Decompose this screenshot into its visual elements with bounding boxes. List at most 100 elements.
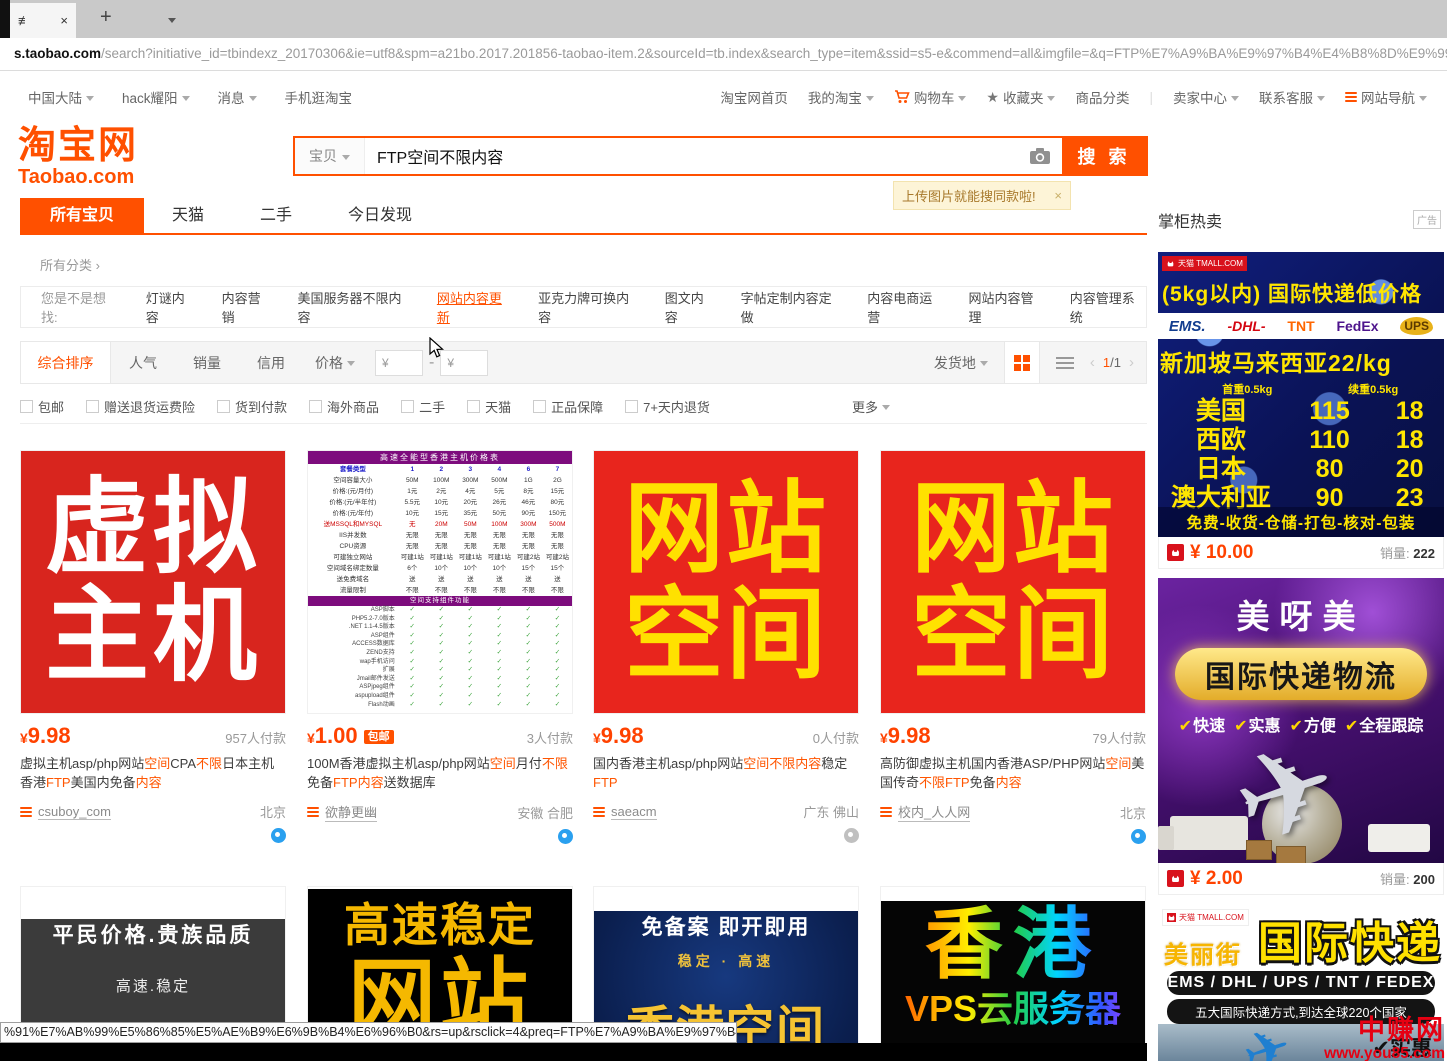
grid-view-icon[interactable]	[1004, 342, 1040, 383]
product-title[interactable]: 国内香港主机asp/php网站空间不限内容稳定FTP	[593, 754, 859, 793]
checkbox[interactable]	[401, 400, 414, 413]
nav-link-right[interactable]: 我的淘宝	[808, 87, 874, 107]
product-image[interactable]: 虚拟主机	[20, 450, 286, 714]
shop-name[interactable]: saeacm	[611, 804, 657, 820]
sort-综合排序[interactable]: 综合排序	[21, 342, 111, 383]
checkbox[interactable]	[309, 400, 322, 413]
filter-7+天内退货[interactable]: 7+天内退货	[625, 397, 710, 416]
product-title[interactable]: 高防御虚拟主机国内香港ASP/PHP网站空间美国传奇不限FTP免备内容	[880, 754, 1146, 793]
product-card[interactable]: 虚拟主机¥9.98957人付款虚拟主机asp/php网站空间CPA不限日本主机香…	[20, 450, 286, 844]
price-max-input[interactable]: ¥	[440, 350, 488, 376]
product-card[interactable]: 网站空间¥9.980人付款国内香港主机asp/php网站空间不限内容稳定FTPs…	[593, 450, 859, 844]
wangwang-icon[interactable]	[558, 829, 573, 844]
price-min-input[interactable]: ¥	[375, 350, 423, 376]
taobao-logo[interactable]: 淘宝网 Taobao.com	[18, 126, 138, 188]
suggest-link[interactable]: 网站内容管理	[969, 288, 1045, 326]
search-button[interactable]: 搜 索	[1062, 138, 1146, 174]
ship-from-dropdown[interactable]: 发货地	[934, 353, 988, 373]
shop-name[interactable]: 校内_人人网	[898, 802, 970, 822]
shop-name[interactable]: csuboy_com	[38, 804, 111, 820]
checkbox[interactable]	[217, 400, 230, 413]
filter-海外商品[interactable]: 海外商品	[309, 397, 379, 416]
check-icon: ✓	[485, 632, 514, 641]
tab-所有宝贝[interactable]: 所有宝贝	[20, 198, 144, 233]
tab-list-caret-icon[interactable]	[168, 10, 180, 22]
nav-link-left[interactable]: 中国大陆	[28, 87, 94, 107]
suggest-link[interactable]: 网站内容更新	[437, 288, 513, 326]
product-title[interactable]: 100M香港虚拟主机asp/php网站空间月付不限免备FTP内容送数据库	[307, 754, 573, 793]
tab-close-icon[interactable]: ×	[60, 13, 68, 28]
tab-今日发现[interactable]: 今日发现	[320, 198, 440, 233]
sidebar-ad-logistics[interactable]: 美呀美 国际快递物流 ✔快速✔实惠✔方便✔全程跟踪 ✈ ¥ 2.00 销量: 2…	[1158, 578, 1444, 895]
filter-正品保障[interactable]: 正品保障	[533, 397, 603, 416]
filter-包邮[interactable]: 包邮	[20, 397, 64, 416]
product-card[interactable]: 高速全能型香港主机价格表套餐类型123467空间容量大小50M100M300M5…	[307, 450, 573, 845]
nav-link-left[interactable]: 手机逛淘宝	[285, 87, 353, 107]
address-bar[interactable]: s.taobao.com/search?initiative_id=tbinde…	[0, 38, 1447, 71]
nav-link-right[interactable]: 购物车	[894, 87, 967, 107]
cell: 不限	[514, 585, 543, 596]
tab-二手[interactable]: 二手	[232, 198, 320, 233]
product-title[interactable]: 虚拟主机asp/php网站空间CPA不限日本主机香港FTP美国内免备内容	[20, 754, 286, 793]
product-card-row2[interactable]: 香港VPS云服务器	[880, 886, 1146, 1061]
sort-信用[interactable]: 信用	[239, 342, 303, 383]
filter-天猫[interactable]: 天猫	[467, 397, 511, 416]
rate-first: 115	[1284, 397, 1376, 426]
prev-page-icon[interactable]: ‹	[1090, 354, 1095, 371]
sort-销量[interactable]: 销量	[175, 342, 239, 383]
sort-bar: 综合排序人气销量信用价格 ¥ - ¥ 发货地 ‹ 1/1 ›	[20, 341, 1147, 384]
nav-link-right[interactable]: 商品分类	[1075, 87, 1129, 107]
checkbox[interactable]	[20, 400, 33, 413]
nav-link-right[interactable]: 卖家中心	[1173, 87, 1239, 107]
new-tab-button[interactable]: +	[100, 6, 112, 29]
product-image[interactable]: 网站空间	[880, 450, 1146, 714]
filter-二手[interactable]: 二手	[401, 397, 445, 416]
search-input[interactable]	[365, 138, 1018, 174]
sidebar-ad-shipping-rates[interactable]: 天猫 TMALL.COM (5kg以内) 国际快递低价格 EMS.-DHL-TN…	[1158, 252, 1444, 569]
nav-link-left[interactable]: 消息	[218, 87, 257, 107]
wangwang-icon[interactable]	[1131, 829, 1146, 844]
filter-赠送退货运费险[interactable]: 赠送退货运费险	[86, 397, 195, 416]
nav-link-right[interactable]: 联系客服	[1259, 87, 1325, 107]
nav-link-right[interactable]: 淘宝网首页	[720, 87, 788, 107]
suggest-link[interactable]: 内容营销	[222, 288, 273, 326]
shop-name[interactable]: 欲静更幽	[325, 802, 377, 822]
product-card[interactable]: 网站空间¥9.9879人付款高防御虚拟主机国内香港ASP/PHP网站空间美国传奇…	[880, 450, 1146, 845]
suggest-link[interactable]: 亚克力牌可换内容	[538, 288, 640, 326]
product-image[interactable]: 网站空间	[593, 450, 859, 714]
next-page-icon[interactable]: ›	[1129, 354, 1134, 371]
suggest-link[interactable]: 内容管理系统	[1070, 288, 1146, 326]
image-search-camera-icon[interactable]	[1018, 138, 1062, 174]
suggest-link[interactable]: 美国服务器不限内容	[297, 288, 411, 326]
product-image[interactable]: 香港VPS云服务器	[881, 901, 1145, 1061]
title-segment: FTP	[46, 775, 71, 790]
checkbox[interactable]	[86, 400, 99, 413]
filter-more[interactable]: 更多	[852, 397, 890, 416]
nav-divider: |	[1149, 90, 1153, 105]
breadcrumb[interactable]: 所有分类 ›	[40, 255, 100, 274]
suggest-link[interactable]: 内容电商运营	[867, 288, 943, 326]
sort-人气[interactable]: 人气	[111, 342, 175, 383]
nav-link-right[interactable]: 网站导航	[1345, 87, 1427, 107]
checkbox[interactable]	[467, 400, 480, 413]
wangwang-icon[interactable]	[271, 828, 286, 843]
suggest-link[interactable]: 图文内容	[665, 288, 716, 326]
wangwang-icon[interactable]	[844, 828, 859, 843]
list-view-icon[interactable]	[1056, 354, 1074, 372]
search-category-dropdown[interactable]: 宝贝	[295, 138, 365, 174]
nav-link-right[interactable]: ★收藏夹	[986, 87, 1055, 107]
checkbox[interactable]	[533, 400, 546, 413]
cell: 送MSSQL和MYSQL	[308, 519, 398, 530]
sort-价格[interactable]: 价格	[303, 342, 367, 383]
browser-tab[interactable]: ≢ ×	[10, 3, 76, 38]
nav-link-left[interactable]: hack耀阳	[122, 87, 190, 107]
cell: 4	[485, 464, 514, 475]
title-segment: 国内香港主机asp/php网站	[593, 756, 743, 771]
suggest-link[interactable]: 字帖定制内容定做	[741, 288, 843, 326]
filter-货到付款[interactable]: 货到付款	[217, 397, 287, 416]
checkbox[interactable]	[625, 400, 638, 413]
suggest-link[interactable]: 灯谜内容	[146, 288, 197, 326]
product-image[interactable]: 高速全能型香港主机价格表套餐类型123467空间容量大小50M100M300M5…	[307, 450, 573, 714]
tab-天猫[interactable]: 天猫	[144, 198, 232, 233]
logo-dhl: -DHL-	[1227, 318, 1265, 334]
